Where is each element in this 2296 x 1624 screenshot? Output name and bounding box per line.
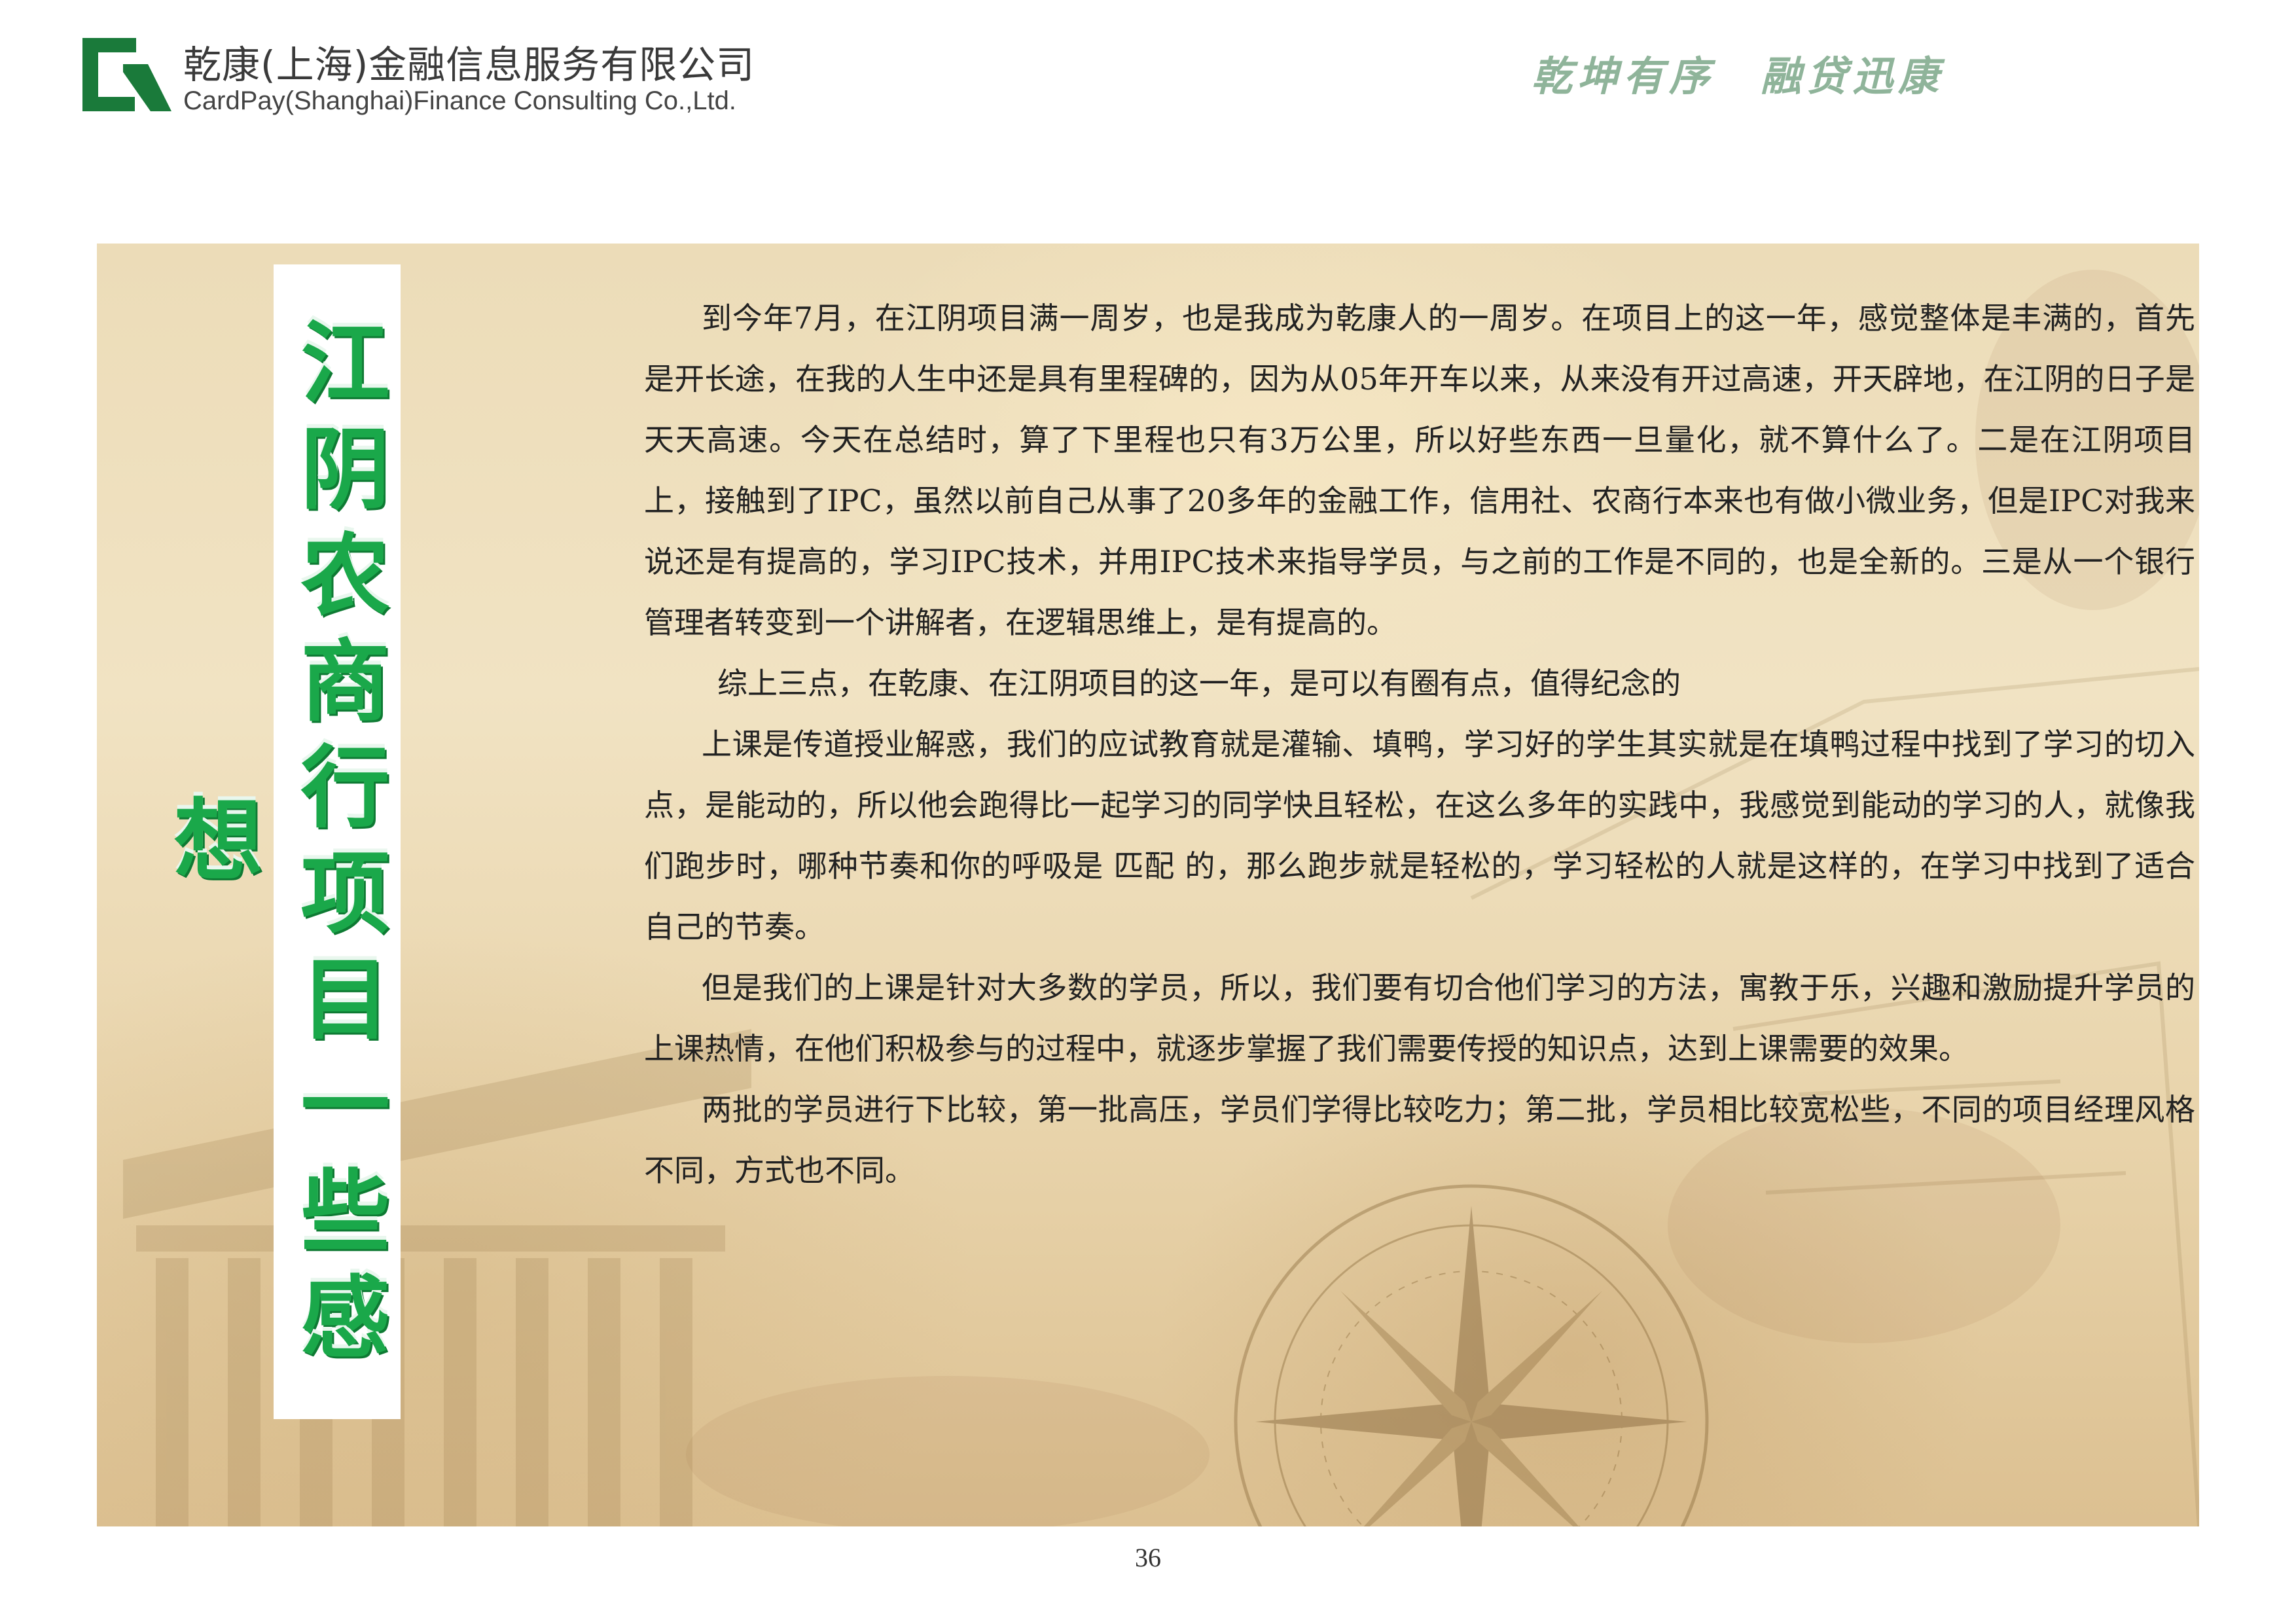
paragraph-5: 两批的学员进行下比较，第一批高压，学员们学得比较吃力；第二批，学员相比较宽松些，… — [644, 1092, 2195, 1188]
paragraph-4: 但是我们的上课是针对大多数的学员，所以，我们要有切合他们学习的方法，寓教于乐，兴… — [644, 970, 2195, 1066]
company-name-cn: 乾康(上海)金融信息服务有限公司 — [183, 43, 755, 87]
vertical-title-banner: 江阴农商行项目一些感想 — [158, 264, 401, 1419]
page-number: 36 — [1135, 1543, 1161, 1572]
slogan: 乾坤有序 融贷迅康 — [1532, 52, 1945, 100]
vertical-title: 江阴农商行项目一些感想 — [158, 316, 389, 1377]
paragraph-2: 综上三点，在乾康、在江阴项目的这一年，是可以有圈有点，值得纪念的 — [717, 666, 1681, 701]
company-name-en: CardPay(Shanghai)Finance Consulting Co.,… — [183, 86, 736, 115]
paragraph-3: 上课是传道授业解惑，我们的应试教育就是灌输、填鸭，学习好的学生其实就是在填鸭过程… — [644, 727, 2195, 945]
article-body: 到今年7月，在江阴项目满一周岁，也是我成为乾康人的一周岁。在项目上的这一年，感觉… — [644, 288, 2195, 1201]
company-logo-icon — [82, 38, 171, 111]
paragraph-1: 到今年7月，在江阴项目满一周岁，也是我成为乾康人的一周岁。在项目上的这一年，感觉… — [644, 300, 2195, 640]
